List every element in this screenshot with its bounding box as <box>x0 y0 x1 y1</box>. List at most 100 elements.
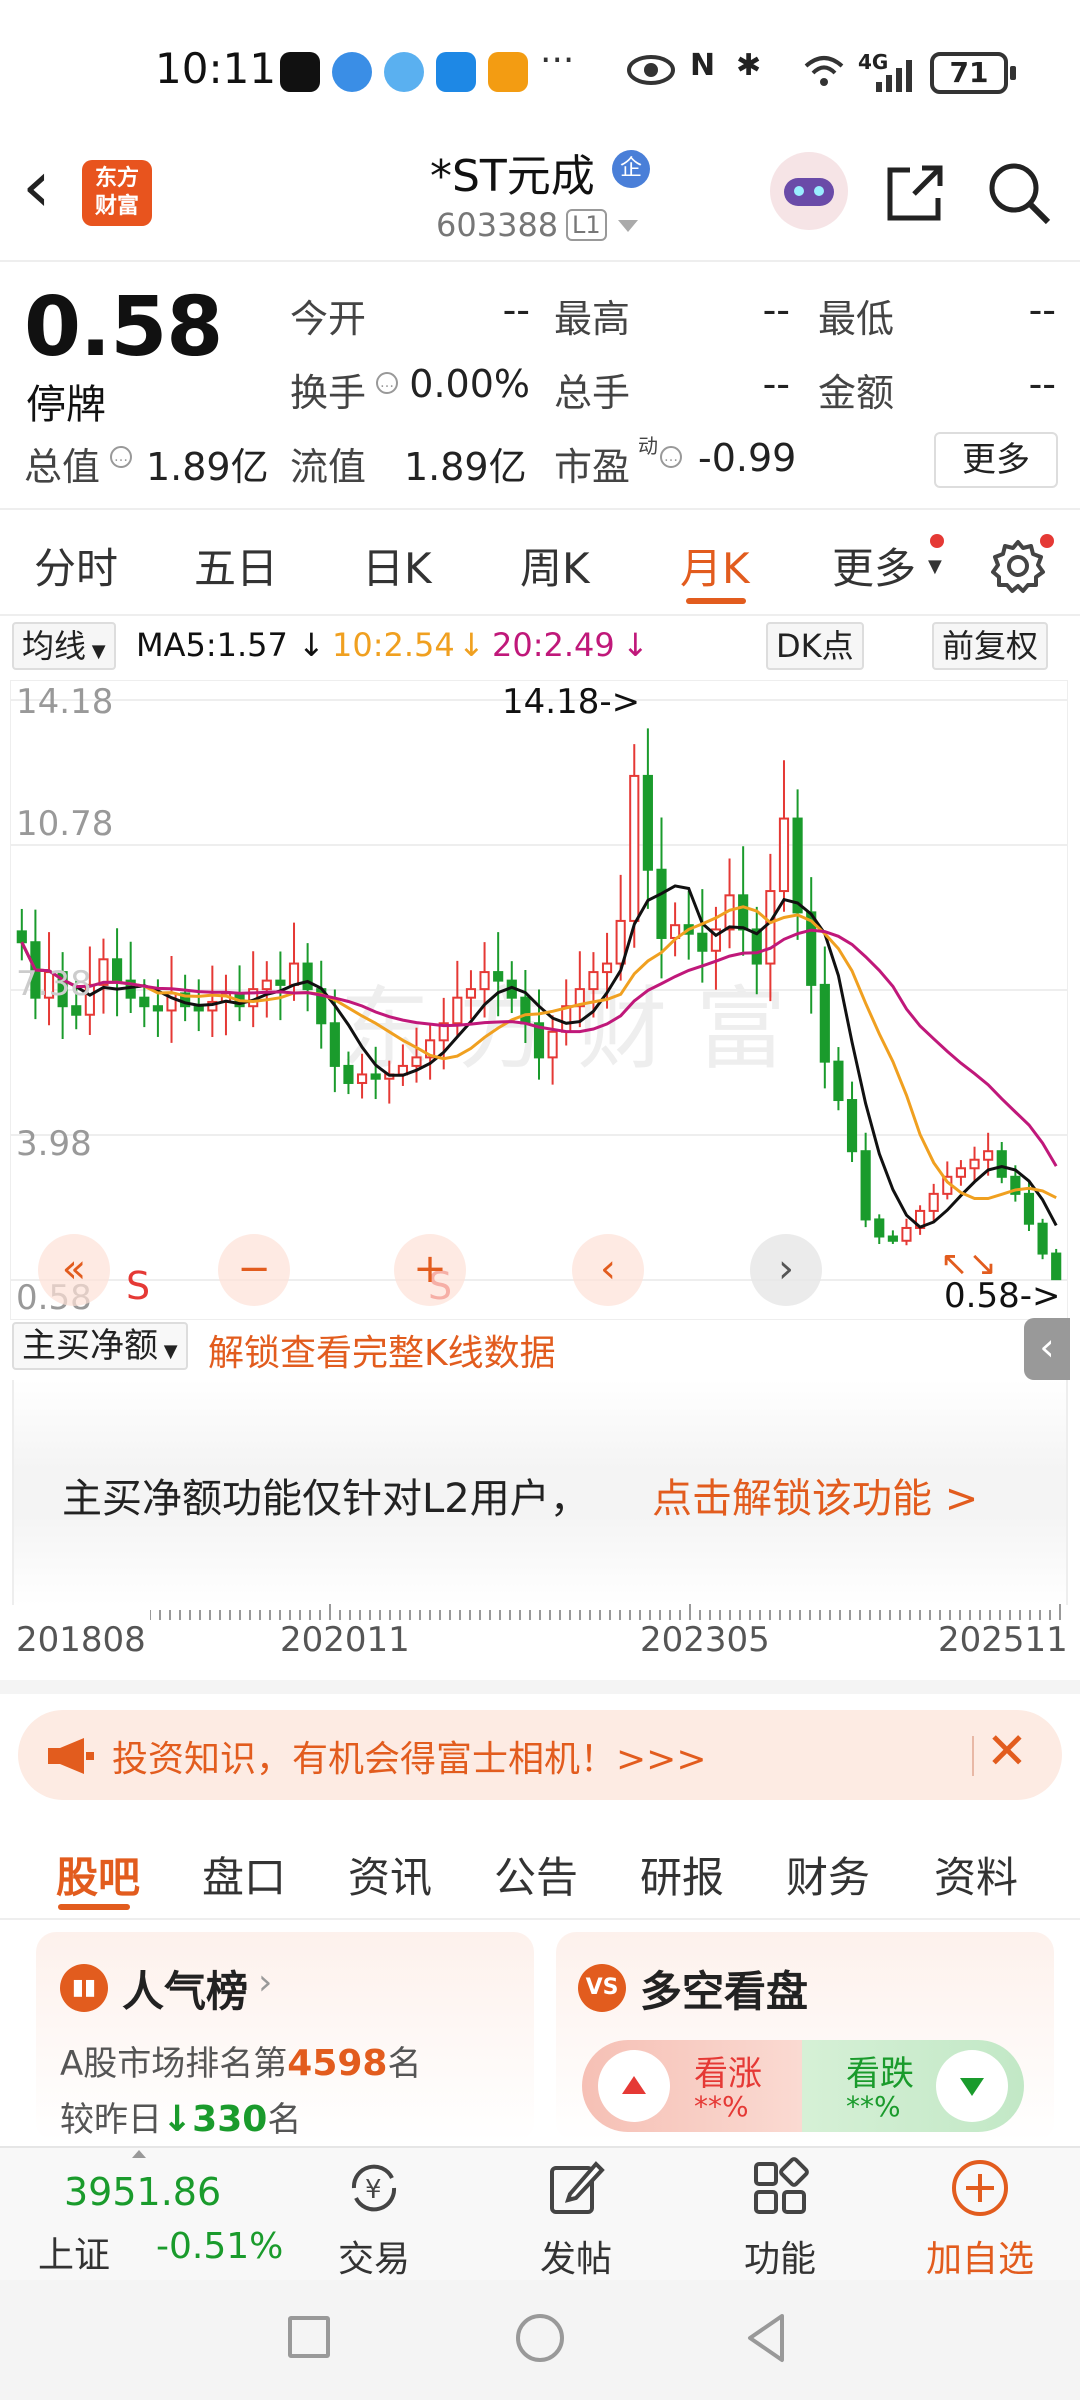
more-button[interactable]: 更多 <box>934 432 1058 488</box>
prev-icon[interactable]: ‹ <box>572 1234 644 1306</box>
up-triangle-icon <box>598 2050 670 2122</box>
tab-announcements[interactable]: 公告 <box>494 1844 578 1905</box>
stock-code[interactable]: 603388 <box>436 206 558 244</box>
info-icon[interactable]: … <box>110 446 132 468</box>
add-circle-icon[interactable] <box>948 2156 1012 2220</box>
indicator-select[interactable]: 均线 ▼ <box>12 622 116 670</box>
fast-back-icon[interactable]: « <box>38 1234 110 1306</box>
tab-order-book[interactable]: 盘口 <box>202 1844 286 1905</box>
dk-point-button[interactable]: DK点 <box>766 622 864 670</box>
settings-gear-icon[interactable] <box>990 538 1046 594</box>
candle-body <box>656 868 667 939</box>
candle-body <box>955 1167 967 1178</box>
amount-label: 金额 <box>818 371 895 415</box>
gift-app-icon <box>488 52 528 92</box>
tab-monthly-k[interactable]: 月K <box>680 535 750 596</box>
candle-body <box>819 983 830 1063</box>
tab-daily-k[interactable]: 日K <box>362 535 432 596</box>
nav-trade[interactable]: 交易 <box>338 2230 410 2282</box>
down-triangle-icon <box>936 2050 1008 2122</box>
popularity-title[interactable]: 人气榜 <box>122 1958 248 2019</box>
enterprise-badge: 企 <box>612 150 650 188</box>
eastmoney-logo[interactable]: 东方 财富 <box>82 160 152 226</box>
tab-profile[interactable]: 资料 <box>934 1844 1018 1905</box>
chevron-down-icon[interactable] <box>618 220 638 232</box>
low-label: 最低 <box>818 297 895 341</box>
nav-functions[interactable]: 功能 <box>744 2230 816 2282</box>
candle-body <box>642 774 653 871</box>
zoom-out-icon[interactable]: − <box>218 1234 290 1306</box>
tab-news[interactable]: 资讯 <box>348 1844 432 1905</box>
logo-line2: 财富 <box>94 194 139 219</box>
tab-more[interactable]: 更多 <box>832 535 916 596</box>
index-name[interactable]: 上证 <box>38 2226 110 2278</box>
chevron-right-icon[interactable]: › <box>258 1962 272 2003</box>
candle-body <box>302 962 313 991</box>
nav-post[interactable]: 发帖 <box>540 2230 612 2282</box>
tab-research[interactable]: 研报 <box>640 1844 724 1905</box>
info-icon[interactable]: … <box>660 446 682 468</box>
adjust-button[interactable]: 前复权 <box>932 622 1049 670</box>
down-arrow-icon: ↓ <box>458 626 485 664</box>
vs-icon: VS <box>578 1964 626 2012</box>
tab-weekly-k[interactable]: 周K <box>520 535 590 596</box>
zoom-in-icon[interactable]: + <box>394 1234 466 1306</box>
browser-icon <box>332 52 372 92</box>
x-tick-2: 202305 <box>640 1620 770 1660</box>
pe-superscript: 动 <box>638 434 658 458</box>
next-icon[interactable]: › <box>750 1234 822 1306</box>
amount-value: -- <box>1028 362 1056 406</box>
tabs-divider <box>0 614 1080 616</box>
ai-assistant-icon[interactable] <box>770 152 848 230</box>
tab-five-day[interactable]: 五日 <box>194 535 278 596</box>
expand-icon[interactable]: ↖↘ <box>940 1244 997 1284</box>
rank-change: 330 <box>192 2099 268 2140</box>
time-axis-ticks <box>150 1604 1061 1620</box>
candle-body <box>588 971 599 991</box>
tab-financials[interactable]: 财务 <box>786 1844 870 1905</box>
level-badge[interactable]: L1 <box>566 209 607 241</box>
trade-icon[interactable]: ¥ <box>342 2156 406 2220</box>
nav-add-watchlist[interactable]: 加自选 <box>926 2230 1034 2282</box>
search-icon[interactable] <box>984 158 1054 228</box>
back-button[interactable]: ‹ <box>22 150 51 222</box>
candle-body <box>1023 1192 1035 1225</box>
down-arrow-icon: ↓ <box>162 2099 193 2140</box>
stock-name[interactable]: *ST元成 <box>430 140 595 204</box>
grid-apps-icon[interactable] <box>748 2156 812 2220</box>
unlock-kline-link[interactable]: 解锁查看完整K线数据 <box>208 1324 556 1376</box>
back-nav-icon[interactable] <box>744 2312 788 2364</box>
recent-apps-icon[interactable] <box>288 2316 330 2358</box>
mktcap-value: 1.89亿 <box>146 445 269 489</box>
promo-text[interactable]: 投资知识，有机会得富士相机！>>> <box>112 1730 707 1782</box>
close-icon[interactable]: ✕ <box>986 1722 1028 1780</box>
eye-icon <box>627 55 675 85</box>
info-icon[interactable]: … <box>376 372 398 394</box>
sub-indicator-select[interactable]: 主买净额 ▼ <box>12 1322 188 1370</box>
compose-icon[interactable] <box>544 2156 608 2220</box>
candle-body <box>71 1005 82 1016</box>
share-icon[interactable] <box>880 158 950 228</box>
home-icon[interactable] <box>516 2314 564 2362</box>
trading-status: 停牌 <box>26 382 106 428</box>
expand-index-icon[interactable] <box>132 2150 146 2158</box>
collapse-panel-icon[interactable]: ‹ <box>1024 1318 1070 1380</box>
candle-body <box>996 1150 1007 1178</box>
more-notifications-icon: ··· <box>540 40 575 81</box>
unlock-feature-link[interactable]: 点击解锁该功能 > <box>652 1466 978 1524</box>
tab-intraday[interactable]: 分时 <box>34 535 118 596</box>
candle-body <box>901 1226 912 1242</box>
change-prefix: 较昨日 <box>60 2100 162 2140</box>
kline-chart[interactable]: 东 方 财 富 <box>10 680 1068 1320</box>
candle-body <box>356 1073 368 1084</box>
candle-body <box>765 890 776 965</box>
open-label: 今开 <box>290 297 367 341</box>
candle-body <box>928 1192 939 1212</box>
index-change[interactable]: -0.51% <box>156 2226 283 2267</box>
bar-chart-icon: ▮▮ <box>60 1964 108 2012</box>
pe-value: -0.99 <box>698 436 797 480</box>
index-value[interactable]: 3951.86 <box>64 2170 221 2214</box>
candle-body <box>343 1064 354 1084</box>
caret-down-icon: ▼ <box>928 556 942 577</box>
tab-guba[interactable]: 股吧 <box>56 1844 140 1905</box>
